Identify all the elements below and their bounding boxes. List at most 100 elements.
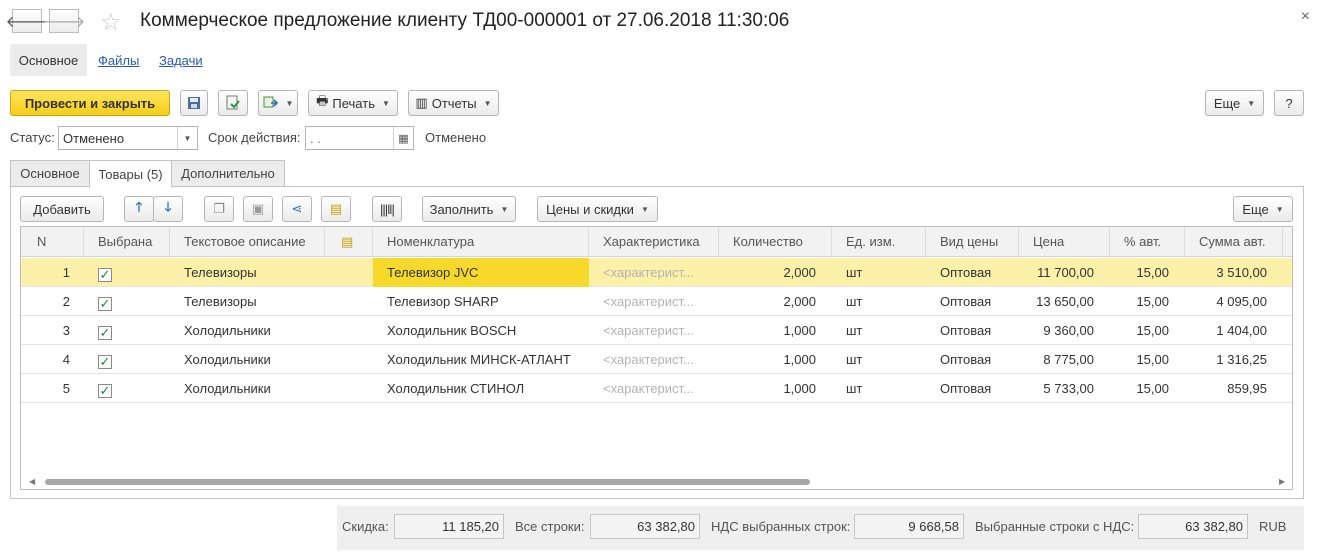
help-button[interactable]: ? — [1274, 90, 1304, 116]
cell-selected[interactable]: ✓ — [84, 316, 170, 345]
column-header-auto-sum[interactable]: Сумма авт. — [1185, 227, 1283, 257]
cell-n[interactable]: 1 — [21, 258, 84, 287]
column-header-nomenclature[interactable]: Номенклатура — [373, 227, 589, 257]
table-more-button[interactable]: Еще ▼ — [1233, 196, 1293, 222]
scroll-left-icon[interactable]: ◀ — [29, 475, 35, 489]
cell-char[interactable]: <характерист... — [589, 345, 719, 374]
cell-price[interactable]: 5 733,00 — [1019, 374, 1110, 403]
scrollbar-thumb[interactable] — [45, 479, 810, 485]
move-down-button[interactable]: 🡓 — [153, 196, 183, 222]
column-header-unit[interactable]: Ед. изм. — [832, 227, 926, 257]
goods-table[interactable]: N Выбрана Текстовое описание ▤ Номенклат… — [20, 226, 1293, 490]
paste-button[interactable]: ▣ — [243, 196, 273, 222]
print-button[interactable]: 🖶 Печать ▼ — [308, 90, 398, 116]
cell-desc[interactable]: Телевизоры — [170, 287, 325, 316]
cell-unit[interactable]: шт — [832, 374, 926, 403]
cell-item[interactable]: Холодильник СТИНОЛ — [373, 374, 589, 403]
cell-unit[interactable]: шт — [832, 287, 926, 316]
add-row-button[interactable]: Добавить — [20, 196, 104, 222]
selected-checkbox[interactable]: ✓ — [98, 355, 112, 369]
column-header-description[interactable]: Текстовое описание — [170, 227, 325, 257]
selected-checkbox[interactable]: ✓ — [98, 384, 112, 398]
cell-qty[interactable]: 1,000 — [719, 374, 832, 403]
calendar-icon[interactable]: ▦ — [393, 127, 413, 149]
table-row[interactable]: 1 ✓ Телевизоры Телевизор JVC <характерист...… — [21, 258, 1292, 287]
cell-qty[interactable]: 1,000 — [719, 345, 832, 374]
copy-button[interactable]: ❐ — [204, 196, 234, 222]
cell-unit[interactable]: шт — [832, 316, 926, 345]
split-row-button[interactable]: ⋖ — [282, 196, 312, 222]
scroll-right-icon[interactable]: ▶ — [1279, 475, 1285, 489]
cell-price[interactable]: 8 775,00 — [1019, 345, 1110, 374]
cell-price[interactable]: 9 360,00 — [1019, 316, 1110, 345]
cell-char[interactable]: <характерист... — [589, 258, 719, 287]
column-header-price-type[interactable]: Вид цены — [926, 227, 1019, 257]
favorite-star-icon[interactable]: ☆ — [100, 8, 122, 37]
selected-checkbox[interactable]: ✓ — [98, 268, 112, 282]
cell-char[interactable]: <характерист... — [589, 374, 719, 403]
cell-char[interactable]: <характерист... — [589, 287, 719, 316]
column-header-selected[interactable]: Выбрана — [84, 227, 170, 257]
cell-sum[interactable]: 859,95 — [1185, 374, 1283, 403]
table-row[interactable]: 5 ✓ Холодильники Холодильник СТИНОЛ <характе… — [21, 374, 1292, 403]
cell-desc[interactable]: Телевизоры — [170, 258, 325, 287]
forward-button[interactable]: 🡒 — [43, 9, 85, 33]
cell-item[interactable]: Холодильник BOSCH — [373, 316, 589, 345]
tab-main[interactable]: Основное — [10, 160, 90, 187]
cell-price[interactable]: 11 700,00 — [1019, 258, 1110, 287]
status-select[interactable]: Отменено ▼ — [58, 126, 198, 150]
cell-unit[interactable]: шт — [832, 258, 926, 287]
cell-pct[interactable]: 15,00 — [1110, 258, 1185, 287]
section-tasks-link[interactable]: Задачи — [159, 53, 203, 68]
section-files-link[interactable]: Файлы — [98, 53, 139, 68]
cell-n[interactable]: 5 — [21, 374, 84, 403]
cell-sum[interactable]: 1 404,00 — [1185, 316, 1283, 345]
selected-checkbox[interactable]: ✓ — [98, 326, 112, 340]
chevron-down-icon[interactable]: ▼ — [177, 127, 197, 149]
cell-desc[interactable]: Холодильники — [170, 316, 325, 345]
cell-sum[interactable]: 3 510,00 — [1185, 258, 1283, 287]
cell-price-type[interactable]: Оптовая — [926, 316, 1019, 345]
cell-price-type[interactable]: Оптовая — [926, 374, 1019, 403]
move-up-button[interactable]: 🡑 — [124, 196, 154, 222]
column-header-price[interactable]: Цена — [1019, 227, 1110, 257]
save-button[interactable] — [180, 90, 208, 116]
column-header-quantity[interactable]: Количество — [719, 227, 832, 257]
back-button[interactable]: 🡐 — [6, 9, 48, 33]
close-icon[interactable]: × — [1301, 8, 1310, 26]
section-main[interactable]: Основное — [10, 44, 87, 76]
cell-qty[interactable]: 1,000 — [719, 316, 832, 345]
cell-selected[interactable]: ✓ — [84, 287, 170, 316]
cell-char[interactable]: <характерист... — [589, 316, 719, 345]
cell-price[interactable]: 13 650,00 — [1019, 287, 1110, 316]
more-button[interactable]: Еще ▼ — [1205, 90, 1264, 116]
cell-price-type[interactable]: Оптовая — [926, 258, 1019, 287]
selected-checkbox[interactable]: ✓ — [98, 297, 112, 311]
column-header-n[interactable]: N — [21, 227, 84, 257]
cell-item[interactable]: Телевизор JVC — [373, 258, 589, 287]
cell-pct[interactable]: 15,00 — [1110, 345, 1185, 374]
table-row[interactable]: 4 ✓ Холодильники Холодильник МИНСК-АТЛАНТ <х… — [21, 345, 1292, 374]
cell-n[interactable]: 3 — [21, 316, 84, 345]
cell-item[interactable]: Телевизор SHARP — [373, 287, 589, 316]
select-items-button[interactable]: ▤ — [321, 196, 351, 222]
barcode-button[interactable]: |||‖| — [372, 196, 402, 222]
column-header-icon[interactable]: ▤ — [325, 227, 373, 257]
validity-date-field[interactable]: . . ▦ — [305, 126, 414, 150]
prices-discounts-button[interactable]: Цены и скидки ▼ — [537, 196, 658, 222]
column-header-auto-percent[interactable]: % авт. — [1110, 227, 1185, 257]
cell-sum[interactable]: 1 316,25 — [1185, 345, 1283, 374]
cell-n[interactable]: 2 — [21, 287, 84, 316]
post-button[interactable] — [218, 90, 248, 116]
cell-unit[interactable]: шт — [832, 345, 926, 374]
table-row[interactable]: 3 ✓ Холодильники Холодильник BOSCH <характер… — [21, 316, 1292, 345]
cell-price-type[interactable]: Оптовая — [926, 287, 1019, 316]
cell-selected[interactable]: ✓ — [84, 345, 170, 374]
cell-desc[interactable]: Холодильники — [170, 345, 325, 374]
table-row[interactable]: 2 ✓ Телевизоры Телевизор SHARP <характерист.… — [21, 287, 1292, 316]
cell-sum[interactable]: 4 095,00 — [1185, 287, 1283, 316]
cell-pct[interactable]: 15,00 — [1110, 316, 1185, 345]
create-based-on-button[interactable]: ▼ — [258, 90, 298, 116]
reports-button[interactable]: ▥ Отчеты ▼ — [408, 90, 499, 116]
cell-desc[interactable]: Холодильники — [170, 374, 325, 403]
